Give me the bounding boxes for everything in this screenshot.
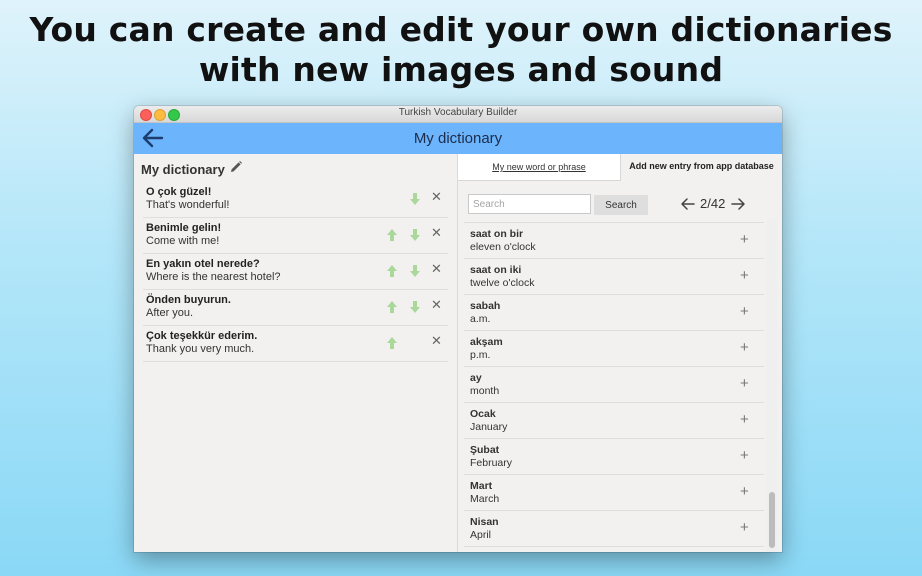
dictionary-entry[interactable]: En yakın otel nerede? Where is the neare… [143, 255, 448, 290]
delete-entry-button[interactable]: ✕ [431, 225, 442, 241]
title-bar: Turkish Vocabulary Builder [134, 106, 782, 123]
delete-entry-button[interactable]: ✕ [431, 261, 442, 277]
headline-line-1: You can create and edit your own diction… [29, 10, 893, 49]
my-dictionary-panel: My dictionary O çok güzel! That's wonder… [134, 154, 458, 552]
dictionary-title: My dictionary [141, 162, 225, 177]
item-word: Nisan [470, 516, 499, 528]
arrow-up-icon [387, 265, 397, 277]
move-down-button[interactable] [409, 264, 421, 278]
list-item[interactable]: Mart March + [464, 476, 764, 511]
next-page-button[interactable] [730, 196, 746, 212]
add-item-button[interactable]: + [740, 519, 749, 536]
arrow-right-icon [731, 198, 745, 210]
tab-app-database[interactable]: Add new entry from app database [621, 154, 782, 180]
app-header: My dictionary [134, 123, 782, 154]
move-up-button[interactable] [386, 264, 398, 278]
entry-translation: After you. [146, 307, 194, 319]
list-item[interactable]: hour [464, 219, 764, 223]
item-translation: month [470, 385, 500, 397]
window-title: Turkish Vocabulary Builder [398, 107, 518, 118]
add-item-button[interactable]: + [740, 411, 749, 428]
add-item-button[interactable]: + [740, 231, 749, 248]
dictionary-entry[interactable]: Çok teşekkür ederim. Thank you very much… [143, 327, 448, 362]
entry-translation: Thank you very much. [146, 343, 255, 355]
add-item-button[interactable]: + [740, 267, 749, 284]
item-word: sabah [470, 300, 501, 312]
item-translation: p.m. [470, 349, 491, 361]
move-down-button[interactable] [409, 228, 421, 242]
database-word-list: hour saat on bir eleven o'clock + saat o… [464, 219, 764, 552]
delete-entry-button[interactable]: ✕ [431, 189, 442, 205]
add-item-button[interactable]: + [740, 483, 749, 500]
item-translation: eleven o'clock [470, 241, 536, 253]
delete-entry-button[interactable]: ✕ [431, 297, 442, 313]
entry-phrase: O çok güzel! [146, 186, 212, 198]
list-item[interactable]: Nisan April + [464, 512, 764, 547]
arrow-down-icon [410, 229, 420, 241]
headline-line-2: with new images and sound [198, 50, 724, 89]
arrow-down-icon [410, 265, 420, 277]
item-translation: January [470, 421, 508, 433]
search-button[interactable]: Search [594, 195, 648, 215]
item-word: ay [470, 372, 482, 384]
add-item-button[interactable]: + [740, 447, 749, 464]
arrow-up-icon [387, 301, 397, 313]
item-word: Mart [470, 480, 493, 492]
item-word: akşam [470, 336, 503, 348]
edit-title-button[interactable] [229, 160, 243, 174]
item-word: saat on bir [470, 228, 524, 240]
dictionary-entry-list: O çok güzel! That's wonderful! ✕ Benimle… [143, 183, 448, 363]
list-item[interactable]: saat on iki twelve o'clock + [464, 260, 764, 295]
entry-phrase: Önden buyurun. [146, 294, 231, 306]
item-word: saat on iki [470, 264, 522, 276]
dictionary-entry[interactable]: Benimle gelin! Come with me! ✕ [143, 219, 448, 254]
entry-translation: That's wonderful! [146, 199, 230, 211]
entry-translation: Where is the nearest hotel? [146, 271, 281, 283]
entry-translation: Come with me! [146, 235, 220, 247]
list-scrollbar[interactable] [767, 219, 777, 552]
move-up-button[interactable] [386, 336, 398, 350]
tab-my-new-word[interactable]: My new word or phrase [458, 154, 621, 181]
move-down-button[interactable] [409, 300, 421, 314]
item-word: Şubat [470, 444, 500, 456]
item-translation: twelve o'clock [470, 277, 535, 289]
list-item[interactable]: ay month + [464, 368, 764, 403]
move-up-button[interactable] [386, 300, 398, 314]
arrow-left-icon [681, 198, 695, 210]
entry-phrase: Çok teşekkür ederim. [146, 330, 258, 342]
move-up-button[interactable] [386, 228, 398, 242]
add-entry-panel: My new word or phrase Add new entry from… [458, 154, 782, 552]
entry-phrase: En yakın otel nerede? [146, 258, 260, 270]
dictionary-entry[interactable]: O çok güzel! That's wonderful! ✕ [143, 183, 448, 218]
add-item-button[interactable]: + [740, 375, 749, 392]
arrow-down-icon [410, 193, 420, 205]
item-translation: April [470, 529, 492, 541]
list-item[interactable]: Şubat February + [464, 440, 764, 475]
pencil-icon [231, 161, 242, 172]
list-item[interactable]: Ocak January + [464, 404, 764, 439]
page-indicator: 2/42 [700, 196, 726, 211]
list-item[interactable]: sabah a.m. + [464, 296, 764, 331]
list-item[interactable]: saat on bir eleven o'clock + [464, 224, 764, 259]
arrow-down-icon [410, 301, 420, 313]
app-title: My dictionary [413, 130, 503, 147]
dictionary-entry[interactable]: Önden buyurun. After you. ✕ [143, 291, 448, 326]
promo-headline: You can create and edit your own diction… [0, 10, 922, 90]
scrollbar-thumb[interactable] [769, 492, 775, 548]
add-item-button[interactable]: + [740, 303, 749, 320]
move-down-button[interactable] [409, 192, 421, 206]
item-translation: a.m. [470, 313, 491, 325]
arrow-up-icon [387, 337, 397, 349]
search-input[interactable] [468, 194, 591, 214]
list-item[interactable]: akşam p.m. + [464, 332, 764, 367]
item-translation: March [470, 493, 500, 505]
delete-entry-button[interactable]: ✕ [431, 333, 442, 349]
prev-page-button[interactable] [680, 196, 696, 212]
item-translation: February [470, 457, 513, 469]
item-word: Ocak [470, 408, 496, 420]
add-item-button[interactable]: + [740, 339, 749, 356]
entry-phrase: Benimle gelin! [146, 222, 222, 234]
app-window: Turkish Vocabulary Builder My dictionary… [134, 106, 782, 552]
arrow-up-icon [387, 229, 397, 241]
